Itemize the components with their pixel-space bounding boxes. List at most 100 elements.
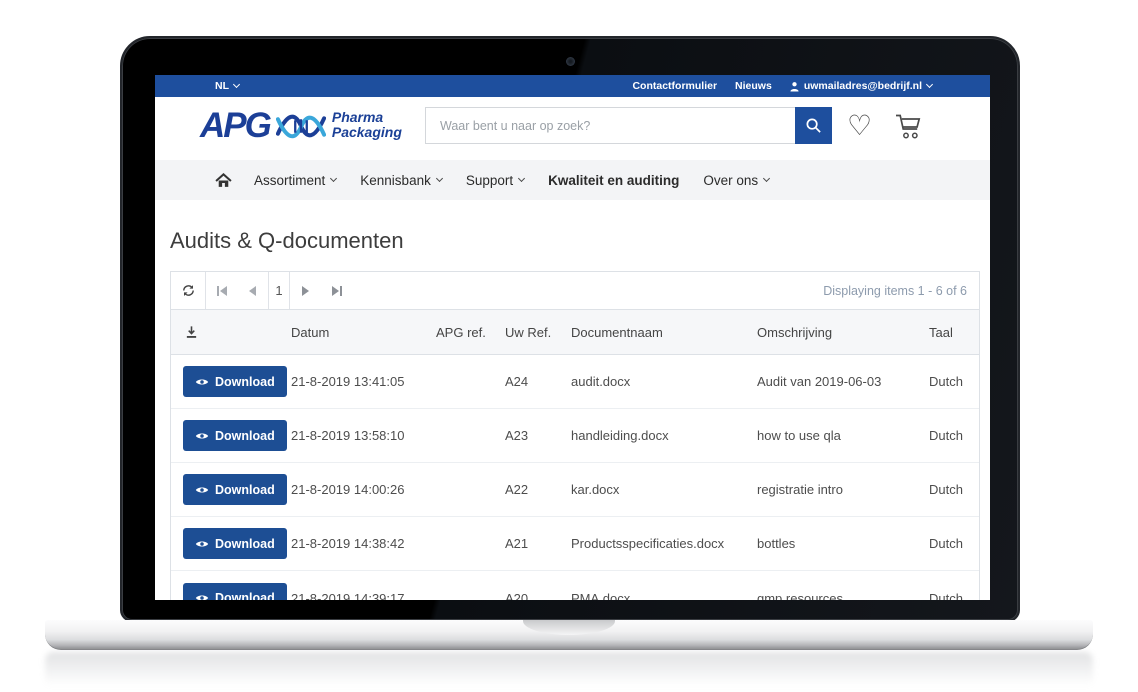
eye-icon: [195, 377, 209, 387]
next-page-button[interactable]: [290, 272, 321, 309]
table-row: Download 21-8-2019 14:00:26 A22 kar.docx…: [171, 463, 979, 517]
webcam-dot: [567, 58, 574, 65]
column-header-datum: Datum: [291, 325, 436, 340]
nav-item-assortiment[interactable]: Assortiment: [254, 173, 336, 188]
main-navigation: Assortiment Kennisbank Support Kwaliteit…: [155, 160, 990, 200]
cell-documentnaam: audit.docx: [571, 374, 757, 389]
page-title: Audits & Q-documenten: [170, 228, 990, 254]
cell-uw-ref: A24: [505, 374, 571, 389]
download-button[interactable]: Download: [183, 366, 287, 397]
search-button[interactable]: [795, 107, 832, 144]
topbar-link-nieuws[interactable]: Nieuws: [735, 80, 772, 92]
home-icon: [215, 173, 232, 188]
chevron-down-icon: [926, 81, 933, 88]
cell-documentnaam: handleiding.docx: [571, 428, 757, 443]
table-row: Download 21-8-2019 14:38:42 A21 Products…: [171, 517, 979, 571]
website-screen: NL Contactformulier Nieuws uwmailadres@b…: [155, 75, 990, 600]
first-page-button[interactable]: [206, 272, 237, 309]
chevron-down-icon: [233, 81, 240, 88]
eye-icon: [195, 593, 209, 600]
previous-page-icon: [249, 286, 256, 296]
cell-omschrijving: how to use qla: [757, 428, 929, 443]
cell-datum: 21-8-2019 14:39:17: [291, 591, 436, 601]
logo-line2: Packaging: [332, 125, 402, 140]
cell-taal: Dutch: [929, 374, 979, 389]
cell-omschrijving: bottles: [757, 536, 929, 551]
last-page-icon: [340, 286, 342, 296]
download-button[interactable]: Download: [183, 583, 287, 601]
main-content: Audits & Q-documenten 1: [155, 228, 990, 600]
cell-documentnaam: PMA.docx: [571, 591, 757, 601]
chevron-down-icon: [518, 175, 525, 182]
last-page-button[interactable]: [321, 272, 352, 309]
current-page-indicator: 1: [268, 272, 290, 309]
nav-home[interactable]: [215, 173, 232, 188]
search-icon: [805, 117, 822, 134]
logo-line1: Pharma: [332, 110, 402, 125]
cell-documentnaam: Productsspecificaties.docx: [571, 536, 757, 551]
cell-taal: Dutch: [929, 536, 979, 551]
topbar-right: Contactformulier Nieuws uwmailadres@bedr…: [632, 80, 932, 92]
chevron-down-icon: [763, 175, 770, 182]
previous-page-button[interactable]: [237, 272, 268, 309]
cell-datum: 21-8-2019 13:58:10: [291, 428, 436, 443]
eye-icon: [195, 485, 209, 495]
table-row: Download 21-8-2019 13:58:10 A23 handleid…: [171, 409, 979, 463]
account-email: uwmailadres@bedrijf.nl: [804, 80, 922, 92]
cell-omschrijving: Audit van 2019-06-03: [757, 374, 929, 389]
laptop-base-notch: [523, 620, 615, 635]
topbar-link-contactformulier[interactable]: Contactformulier: [632, 80, 717, 92]
nav-item-kennisbank[interactable]: Kennisbank: [360, 173, 442, 188]
cell-uw-ref: A23: [505, 428, 571, 443]
cell-uw-ref: A20: [505, 591, 571, 601]
cell-documentnaam: kar.docx: [571, 482, 757, 497]
wishlist-heart-icon[interactable]: ♡: [847, 106, 872, 145]
nav-item-over-ons[interactable]: Over ons: [703, 173, 769, 188]
dna-helix-icon: [276, 106, 326, 146]
cell-datum: 21-8-2019 14:00:26: [291, 482, 436, 497]
cell-uw-ref: A22: [505, 482, 571, 497]
laptop-base: [45, 620, 1093, 650]
laptop-mockup: NL Contactformulier Nieuws uwmailadres@b…: [0, 0, 1138, 692]
logo-apg-text: APG: [200, 108, 270, 143]
site-header: APG Pharma Packaging: [155, 97, 990, 160]
grid-toolbar: 1 Displaying items 1 - 6 of 6: [171, 272, 979, 310]
column-header-uw-ref: Uw Ref.: [505, 325, 571, 340]
cell-omschrijving: gmp resources: [757, 591, 929, 601]
language-selector[interactable]: NL: [215, 80, 239, 92]
search-input[interactable]: [425, 107, 795, 144]
grid-body: Download 21-8-2019 13:41:05 A24 audit.do…: [171, 355, 979, 600]
cart-icon[interactable]: [894, 113, 925, 140]
refresh-button[interactable]: [171, 272, 205, 309]
download-button[interactable]: Download: [183, 474, 287, 505]
column-header-apg-ref: APG ref.: [436, 325, 505, 340]
apg-logo[interactable]: APG Pharma Packaging: [200, 104, 402, 146]
grid-header-row: Datum APG ref. Uw Ref. Documentnaam Omsc…: [171, 310, 979, 355]
download-button[interactable]: Download: [183, 528, 287, 559]
documents-grid: 1 Displaying items 1 - 6 of 6 Datum APG …: [170, 271, 980, 600]
account-menu[interactable]: uwmailadres@bedrijf.nl: [790, 80, 932, 92]
nav-item-support[interactable]: Support: [466, 173, 524, 188]
table-row: Download 21-8-2019 14:39:17 A20 PMA.docx…: [171, 571, 979, 600]
first-page-icon: [217, 286, 219, 296]
next-page-icon: [302, 286, 309, 296]
column-header-omschrijving: Omschrijving: [757, 325, 929, 340]
user-icon: [790, 81, 799, 92]
table-row: Download 21-8-2019 13:41:05 A24 audit.do…: [171, 355, 979, 409]
cell-datum: 21-8-2019 13:41:05: [291, 374, 436, 389]
eye-icon: [195, 539, 209, 549]
topbar: NL Contactformulier Nieuws uwmailadres@b…: [155, 75, 990, 97]
cell-uw-ref: A21: [505, 536, 571, 551]
nav-item-kwaliteit-en-auditing[interactable]: Kwaliteit en auditing: [548, 173, 679, 188]
download-button[interactable]: Download: [183, 420, 287, 451]
laptop-reflection: [45, 652, 1093, 686]
language-label: NL: [215, 80, 229, 92]
column-header-documentnaam: Documentnaam: [571, 325, 757, 340]
cell-taal: Dutch: [929, 428, 979, 443]
grid-status-text: Displaying items 1 - 6 of 6: [352, 272, 979, 309]
eye-icon: [195, 431, 209, 441]
search-bar: [425, 107, 832, 144]
chevron-down-icon: [436, 175, 443, 182]
cell-omschrijving: registratie intro: [757, 482, 929, 497]
download-column-icon: [185, 325, 291, 339]
